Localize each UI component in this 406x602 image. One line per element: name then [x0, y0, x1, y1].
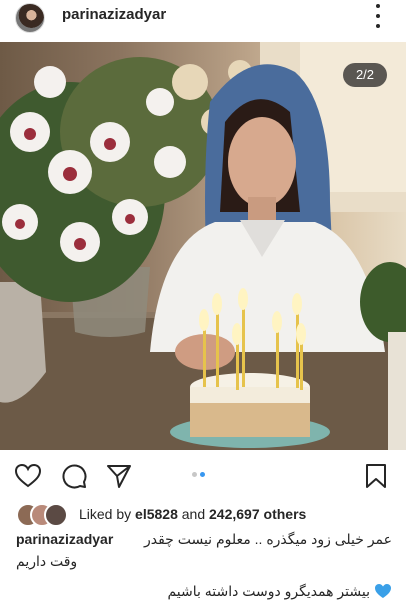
carousel-counter: 2/2 — [343, 63, 387, 87]
likes-conjunction: and — [181, 506, 206, 522]
username[interactable]: parinazizadyar — [62, 6, 166, 23]
caption: parinazizadyar عمر خیلی زود میگذره .. مع… — [16, 528, 392, 602]
caption-username[interactable]: parinazizadyar — [16, 528, 113, 550]
caption-line-2: وقت داریم — [16, 553, 78, 569]
likes-text: Liked by el5828 and 242,697 others — [79, 506, 306, 522]
comment-icon[interactable] — [60, 462, 88, 490]
likes-count[interactable]: 242,697 others — [209, 506, 306, 522]
more-options-icon[interactable] — [370, 4, 386, 28]
share-icon[interactable] — [105, 462, 133, 490]
blue-heart-icon — [375, 584, 391, 598]
heart-icon[interactable] — [14, 462, 42, 490]
action-bar — [0, 452, 406, 498]
avatar[interactable] — [15, 3, 45, 33]
bookmark-icon[interactable] — [362, 462, 390, 490]
likes-row: Liked by el5828 and 242,697 others — [16, 502, 396, 527]
liker-username[interactable]: el5828 — [135, 506, 178, 522]
photo-illustration — [0, 42, 406, 450]
carousel-indicator — [192, 472, 205, 477]
post-header: parinazizadyar — [0, 0, 406, 42]
liker-avatars[interactable] — [16, 503, 72, 527]
avatar — [44, 503, 68, 527]
caption-line-3: بیشتر همدیگرو دوست داشته باشیم — [167, 583, 370, 599]
post-photo[interactable]: 2/2 — [0, 42, 406, 450]
likes-prefix: Liked by — [79, 506, 132, 522]
carousel-dot — [192, 472, 197, 477]
caption-line-1: عمر خیلی زود میگذره .. معلوم نیست چقدر — [143, 531, 392, 547]
carousel-dot-active — [200, 472, 205, 477]
